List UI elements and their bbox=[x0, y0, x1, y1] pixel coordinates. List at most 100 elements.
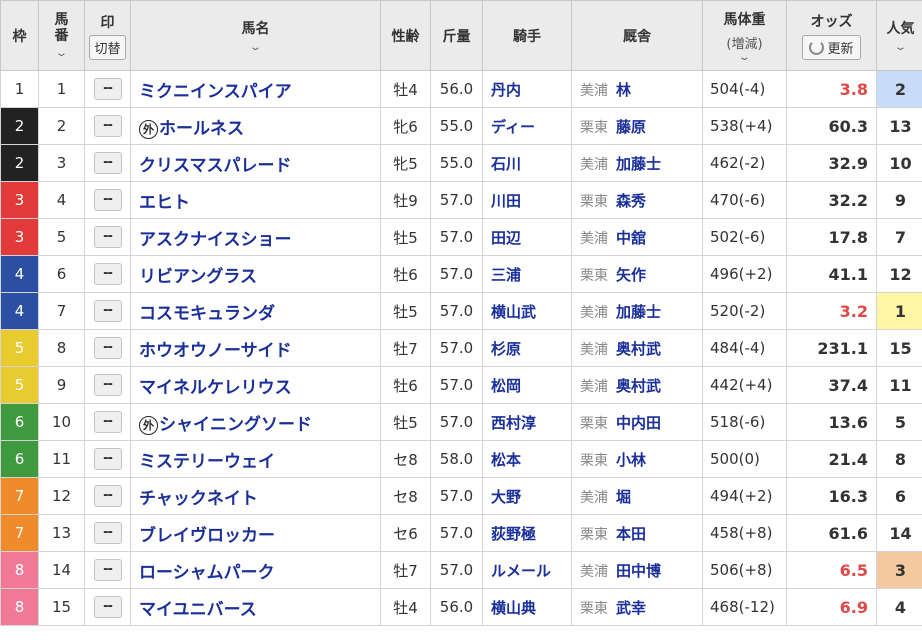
jockey-link[interactable]: 杉原 bbox=[491, 340, 521, 358]
header-mark: 印 切替 bbox=[84, 0, 131, 71]
trainer-region: 栗東 bbox=[580, 600, 608, 617]
waku-number: 8 bbox=[14, 561, 25, 579]
kinryo-value: 55.0 bbox=[439, 154, 474, 172]
mark-select-button[interactable]: -- bbox=[93, 522, 122, 544]
trainer-link[interactable]: 本田 bbox=[616, 525, 646, 543]
trainer-link[interactable]: 森秀 bbox=[616, 192, 646, 210]
mark-select-button[interactable]: -- bbox=[93, 411, 122, 433]
mark-select-button[interactable]: -- bbox=[93, 374, 122, 396]
horse-name-link[interactable]: リビアングラス bbox=[139, 267, 257, 287]
horse-name-link[interactable]: コスモキュランダ bbox=[139, 304, 275, 324]
trainer-cell: 栗東 武幸 bbox=[571, 588, 703, 626]
jockey-link[interactable]: ルメール bbox=[491, 562, 551, 580]
sort-chevron-icon[interactable]: ⌄ bbox=[56, 42, 454, 53]
horse-name-link[interactable]: マイネルケレリウス bbox=[139, 378, 292, 398]
sex-age-cell: 牡4 bbox=[380, 70, 431, 108]
trainer-link[interactable]: 堀 bbox=[616, 488, 631, 506]
waku-cell: 5 bbox=[0, 329, 39, 367]
kinryo-cell: 57.0 bbox=[430, 218, 483, 256]
trainer-link[interactable]: 中内田 bbox=[616, 414, 661, 432]
odds-cell: 16.3 bbox=[786, 477, 877, 515]
horse-name-link[interactable]: ローシャムパーク bbox=[139, 563, 275, 583]
jockey-link[interactable]: 荻野極 bbox=[491, 525, 536, 543]
mark-select-button[interactable]: -- bbox=[93, 152, 122, 174]
jockey-link[interactable]: 石川 bbox=[491, 155, 521, 173]
sort-chevron-icon[interactable]: ⌄ bbox=[863, 42, 922, 53]
mark-cell: -- bbox=[84, 551, 131, 589]
mark-select-button[interactable]: -- bbox=[93, 189, 122, 211]
waku-cell: 2 bbox=[0, 144, 39, 182]
horse-name-link[interactable]: ブレイヴロッカー bbox=[139, 526, 275, 546]
trainer-link[interactable]: 奥村武 bbox=[616, 377, 661, 395]
umaban-number: 5 bbox=[56, 228, 67, 246]
header-weight[interactable]: 馬体重 (増減) ⌄ bbox=[702, 0, 787, 71]
mark-select-button[interactable]: -- bbox=[93, 115, 122, 137]
horse-name-link[interactable]: ミクニインスパイア bbox=[139, 82, 292, 102]
weight-cell: 538(+4) bbox=[702, 107, 787, 145]
mark-select-button[interactable]: -- bbox=[93, 226, 122, 248]
horse-name-link[interactable]: ミステリーウェイ bbox=[139, 452, 275, 472]
horse-name-cell: クリスマスパレード bbox=[130, 144, 381, 182]
horse-name-link[interactable]: ホウオウノーサイド bbox=[139, 341, 292, 361]
mark-select-button[interactable]: -- bbox=[93, 78, 122, 100]
waku-number: 3 bbox=[14, 191, 25, 209]
trainer-link[interactable]: 小林 bbox=[616, 451, 646, 469]
jockey-link[interactable]: 松岡 bbox=[491, 377, 521, 395]
sort-chevron-icon[interactable]: ⌄ bbox=[678, 52, 811, 63]
mark-select-button[interactable]: -- bbox=[93, 300, 122, 322]
jockey-cell: 松岡 bbox=[482, 366, 572, 404]
header-umaban[interactable]: 馬番 ⌄ bbox=[38, 0, 85, 71]
jockey-link[interactable]: 三浦 bbox=[491, 266, 521, 284]
refresh-button[interactable]: 更新 bbox=[802, 35, 861, 60]
horse-name-link[interactable]: エヒト bbox=[139, 193, 190, 213]
jockey-link[interactable]: ディー bbox=[491, 118, 535, 136]
horse-name-link[interactable]: チャックネイト bbox=[139, 489, 258, 509]
kinryo-cell: 57.0 bbox=[430, 477, 483, 515]
weight-cell: 458(+8) bbox=[702, 514, 787, 552]
horse-name-link[interactable]: ホールネス bbox=[159, 119, 244, 139]
jockey-link[interactable]: 西村淳 bbox=[491, 414, 536, 432]
trainer-link[interactable]: 藤原 bbox=[616, 118, 646, 136]
kinryo-cell: 57.0 bbox=[430, 403, 483, 441]
jockey-link[interactable]: 横山武 bbox=[491, 303, 536, 321]
jockey-link[interactable]: 田辺 bbox=[491, 229, 521, 247]
trainer-link[interactable]: 加藤士 bbox=[616, 155, 661, 173]
popularity-value: 2 bbox=[894, 79, 907, 99]
trainer-link[interactable]: 田中博 bbox=[616, 562, 661, 580]
mark-select-button[interactable]: -- bbox=[93, 448, 122, 470]
trainer-link[interactable]: 加藤士 bbox=[616, 303, 661, 321]
horse-name-cell: ブレイヴロッカー bbox=[130, 514, 381, 552]
table-row: 2 3 -- クリスマスパレード 牝5 55.0 石川 美浦 加藤士 462(-2) 32.9 10 bbox=[0, 144, 922, 182]
mark-cell: -- bbox=[84, 292, 131, 330]
table-row: 5 9 -- マイネルケレリウス 牡6 57.0 松岡 美浦 奥村武 442(+4) 37.4 11 bbox=[0, 366, 922, 404]
mark-select-button[interactable]: -- bbox=[93, 337, 122, 359]
trainer-link[interactable]: 中舘 bbox=[616, 229, 646, 247]
table-row: 2 2 -- 外ホールネス 牝6 55.0 ディー 栗東 藤原 538(+4) 60.3 13 bbox=[0, 107, 922, 145]
table-row: 5 8 -- ホウオウノーサイド 牡7 57.0 杉原 美浦 奥村武 484(-4) 231.1 15 bbox=[0, 329, 922, 367]
horse-name-link[interactable]: シャイニングソード bbox=[159, 415, 312, 435]
mark-cell: -- bbox=[84, 255, 131, 293]
jockey-link[interactable]: 川田 bbox=[491, 192, 521, 210]
jockey-link[interactable]: 横山典 bbox=[491, 599, 536, 617]
header-popularity[interactable]: 人気 ⌄ bbox=[876, 0, 922, 71]
mark-select-button[interactable]: -- bbox=[93, 485, 122, 507]
mark-select-button[interactable]: -- bbox=[93, 263, 122, 285]
waku-cell: 4 bbox=[0, 292, 39, 330]
trainer-link[interactable]: 林 bbox=[616, 81, 631, 99]
header-horse-name[interactable]: 馬名 ⌄ bbox=[130, 0, 381, 71]
mark-select-button[interactable]: -- bbox=[93, 559, 122, 581]
horse-name-link[interactable]: アスクナイスショー bbox=[139, 230, 292, 250]
horse-name-link[interactable]: マイユニバース bbox=[139, 600, 257, 620]
mark-select-button[interactable]: -- bbox=[93, 596, 122, 618]
jockey-link[interactable]: 大野 bbox=[491, 488, 521, 506]
trainer-link[interactable]: 武幸 bbox=[616, 599, 646, 617]
trainer-link[interactable]: 奥村武 bbox=[616, 340, 661, 358]
header-jockey: 騎手 bbox=[482, 0, 572, 71]
odds-value: 3.8 bbox=[839, 79, 868, 99]
weight-cell: 462(-2) bbox=[702, 144, 787, 182]
umaban-cell: 7 bbox=[38, 292, 85, 330]
trainer-link[interactable]: 矢作 bbox=[616, 266, 646, 284]
jockey-link[interactable]: 丹内 bbox=[491, 81, 521, 99]
horse-name-link[interactable]: クリスマスパレード bbox=[139, 156, 292, 176]
jockey-link[interactable]: 松本 bbox=[491, 451, 521, 469]
